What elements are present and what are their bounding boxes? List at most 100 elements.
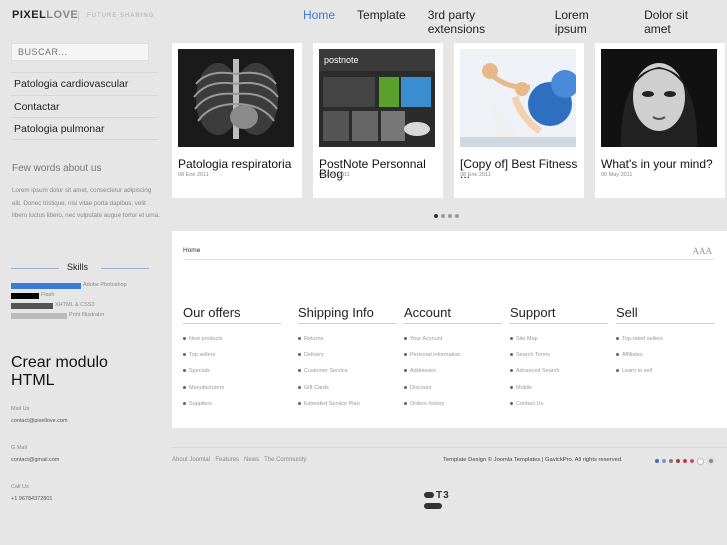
footer-link[interactable]: Mobile [510, 385, 608, 401]
footer-link[interactable]: Contact Us [510, 401, 608, 417]
footer-link[interactable]: Orders history [404, 401, 502, 417]
nav-link-3rd-party-extensions[interactable]: 3rd party extensions [417, 8, 544, 36]
contact-value[interactable]: contact@pixellove.com [11, 418, 68, 424]
nav-link-lorem-ipsum[interactable]: Lorem ipsum [544, 8, 633, 36]
site-logo[interactable]: PIXELLOVE [12, 9, 78, 21]
skill-label: Adobe Photoshop [83, 282, 127, 288]
footer-link[interactable]: Manufacturers [183, 385, 281, 401]
footer-link[interactable]: New products [183, 336, 281, 352]
footer-nav-link[interactable]: Features [215, 457, 239, 463]
t3-logo-text: T3 [436, 490, 450, 501]
main-nav: Home Template 3rd party extensions Lorem ip… [292, 8, 727, 36]
nav-link-home[interactable]: Home [292, 8, 346, 36]
skill-bar [11, 293, 39, 299]
footer-link[interactable]: Gift Cards [298, 385, 396, 401]
footer-link[interactable]: Affiliates [616, 352, 714, 368]
slide-card[interactable]: [Copy of] Best Fitness ... 08 Ene 2011 [454, 43, 584, 198]
sidebar-menu: Patologia cardiovascular Contactar Patolog… [11, 72, 158, 140]
footer-column: Sell Top-rated sellers Affiliates Learn to … [616, 305, 714, 385]
footer-nav-link[interactable]: News [244, 457, 259, 463]
theme-swatch[interactable] [697, 457, 704, 465]
contact-value[interactable]: contact@gmail.com [11, 457, 59, 463]
nav-link-template[interactable]: Template [346, 8, 417, 36]
theme-swatch[interactable] [676, 459, 680, 463]
theme-swatch[interactable] [669, 459, 673, 463]
slide-card[interactable]: What's in your mind? 06 May 2011 [595, 43, 725, 198]
contact-label: Mail Us [11, 406, 30, 412]
footer-column-title: Account [404, 305, 502, 324]
footer-column: Our offers New products Top sellers Special… [183, 305, 281, 417]
skill-label: Flash [41, 292, 55, 298]
slider-pagination [434, 214, 459, 218]
theme-swatch[interactable] [683, 459, 687, 463]
footer-link[interactable]: Your Account [404, 336, 502, 352]
slide-title[interactable]: Patologia respiratoria [178, 158, 302, 170]
sidebar-menu-item[interactable]: Patologia cardiovascular [11, 72, 158, 95]
slider-dot[interactable] [448, 214, 452, 218]
breadcrumb-divider [183, 259, 715, 260]
footer-link[interactable]: Specials [183, 368, 281, 384]
theme-swatch-selected[interactable] [707, 457, 715, 465]
nav-link-dolor-sit-amet[interactable]: Dolor sit amet [633, 8, 727, 36]
svg-text:postnote: postnote [324, 55, 359, 65]
slider-dot[interactable] [455, 214, 459, 218]
about-title: Few words about us [12, 163, 102, 174]
footer-link[interactable]: Discount [404, 385, 502, 401]
chest-xray-image [178, 49, 294, 147]
footer-column-title: Our offers [183, 305, 281, 324]
slide-card[interactable]: Patologia respiratoria 08 Ene 2011 [172, 43, 302, 198]
footer-nav-link[interactable]: About Joomla! [172, 457, 210, 463]
contact-value[interactable]: +1 96784372801 [11, 496, 52, 502]
skill-bar [11, 283, 81, 289]
t3-logo-mark [424, 492, 434, 499]
footer-nav-link[interactable]: The Community [264, 457, 306, 463]
skills-title: Skills [67, 262, 89, 272]
search-input[interactable] [11, 43, 149, 61]
theme-swatch[interactable] [690, 459, 694, 463]
portrait-photo-image [601, 49, 717, 147]
font-resizer[interactable]: AAA [693, 246, 713, 256]
contact-label: Call Us [11, 484, 29, 490]
slide-date: 08 Ene 2011 [460, 172, 491, 178]
skills-header: Skills [11, 262, 149, 274]
sidebar-menu-item[interactable]: Patologia pulmonar [11, 117, 158, 140]
footer-link[interactable]: Learn to sell [616, 368, 714, 384]
breadcrumb[interactable]: Home [183, 247, 200, 254]
skill-label: Print Illustrator [69, 312, 105, 318]
site-tagline: FUTURE SHARING [78, 11, 154, 21]
theme-swatch[interactable] [655, 459, 659, 463]
footer-link[interactable]: Delivery [298, 352, 396, 368]
about-text: Lorem ipsum dolor sit amet, consectetur … [12, 187, 160, 219]
footer-link[interactable]: Suppliers [183, 401, 281, 417]
main-content-panel: Home AAA Our offers New products Top selle… [172, 231, 727, 428]
footer-link[interactable]: Addresses [404, 368, 502, 384]
footer-link[interactable]: Returns [298, 336, 396, 352]
postnote-screenshot-image: postnote [319, 49, 435, 147]
slide-title[interactable]: What's in your mind? [601, 158, 725, 170]
footer-column-title: Sell [616, 305, 714, 324]
slide-date: 06 May 2011 [601, 172, 633, 178]
footer-column-links: Returns Delivery Customer Service Gift Card… [298, 336, 396, 417]
slide-card[interactable]: postnote PostNote Personnal Blog 08 Ene … [313, 43, 443, 198]
footer-credit: Template Design © Joomla Templates | Gav… [443, 457, 623, 463]
slide-date: 08 Ene 2011 [319, 172, 350, 178]
slider-dot[interactable] [441, 214, 445, 218]
footer-link[interactable]: Advanced Search [510, 368, 608, 384]
footer-link[interactable]: Site Map [510, 336, 608, 352]
skills-divider-left [11, 268, 59, 269]
footer-link[interactable]: Extended Service Plan [298, 401, 396, 417]
sidebar-menu-item[interactable]: Contactar [11, 94, 158, 118]
slider-dot[interactable] [434, 214, 438, 218]
footer-links: About Joomla! Features News The Community [172, 457, 306, 463]
footer-column-links: New products Top sellers Specials Manufactu… [183, 336, 281, 417]
footer-link[interactable]: Top-rated sellers [616, 336, 714, 352]
footer-link[interactable]: Top sellers [183, 352, 281, 368]
theme-swatch[interactable] [662, 459, 666, 463]
footer-link[interactable]: Customer Service [298, 368, 396, 384]
footer-column-links: Top-rated sellers Affiliates Learn to sell [616, 336, 714, 385]
skill-label: XHTML & CSS3 [55, 302, 95, 308]
t3-logo[interactable]: T3 [424, 490, 450, 509]
footer-link[interactable]: Search Terms [510, 352, 608, 368]
footer-link[interactable]: Personal information [404, 352, 502, 368]
contact-label: G Mail [11, 445, 27, 451]
